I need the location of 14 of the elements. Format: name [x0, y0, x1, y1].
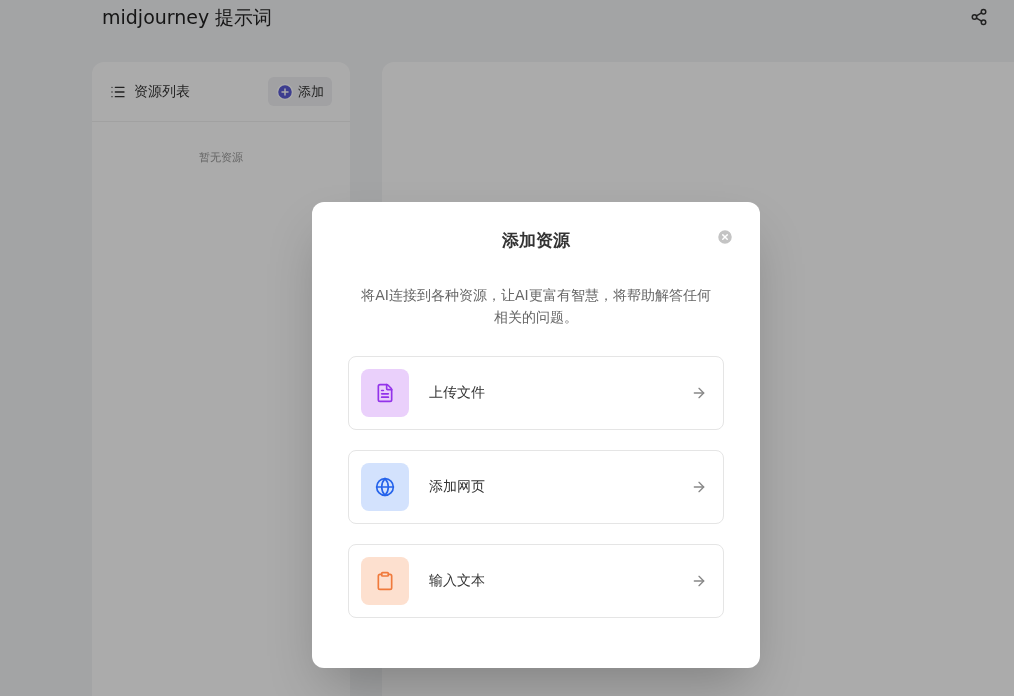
dialog-title: 添加资源 — [502, 229, 570, 252]
empty-text: 暂无资源 — [199, 150, 243, 166]
add-button[interactable]: 添加 — [268, 76, 332, 107]
page-title: midjourney 提示词 — [102, 4, 273, 30]
resource-option[interactable]: 上传文件 — [348, 355, 724, 430]
plus-icon — [276, 82, 294, 101]
resource-option[interactable]: 输入文本 — [348, 543, 724, 618]
share-icon[interactable] — [970, 8, 988, 26]
document-icon — [361, 368, 409, 417]
resource-option[interactable]: 添加网页 — [348, 449, 724, 524]
panel-title: 资源列表 — [134, 82, 190, 101]
globe-icon — [361, 462, 409, 511]
dialog-description: 将AI连接到各种资源，让AI更富有智慧，将帮助解答任何相关的问题。 — [360, 285, 712, 327]
clipboard-icon — [361, 556, 409, 605]
